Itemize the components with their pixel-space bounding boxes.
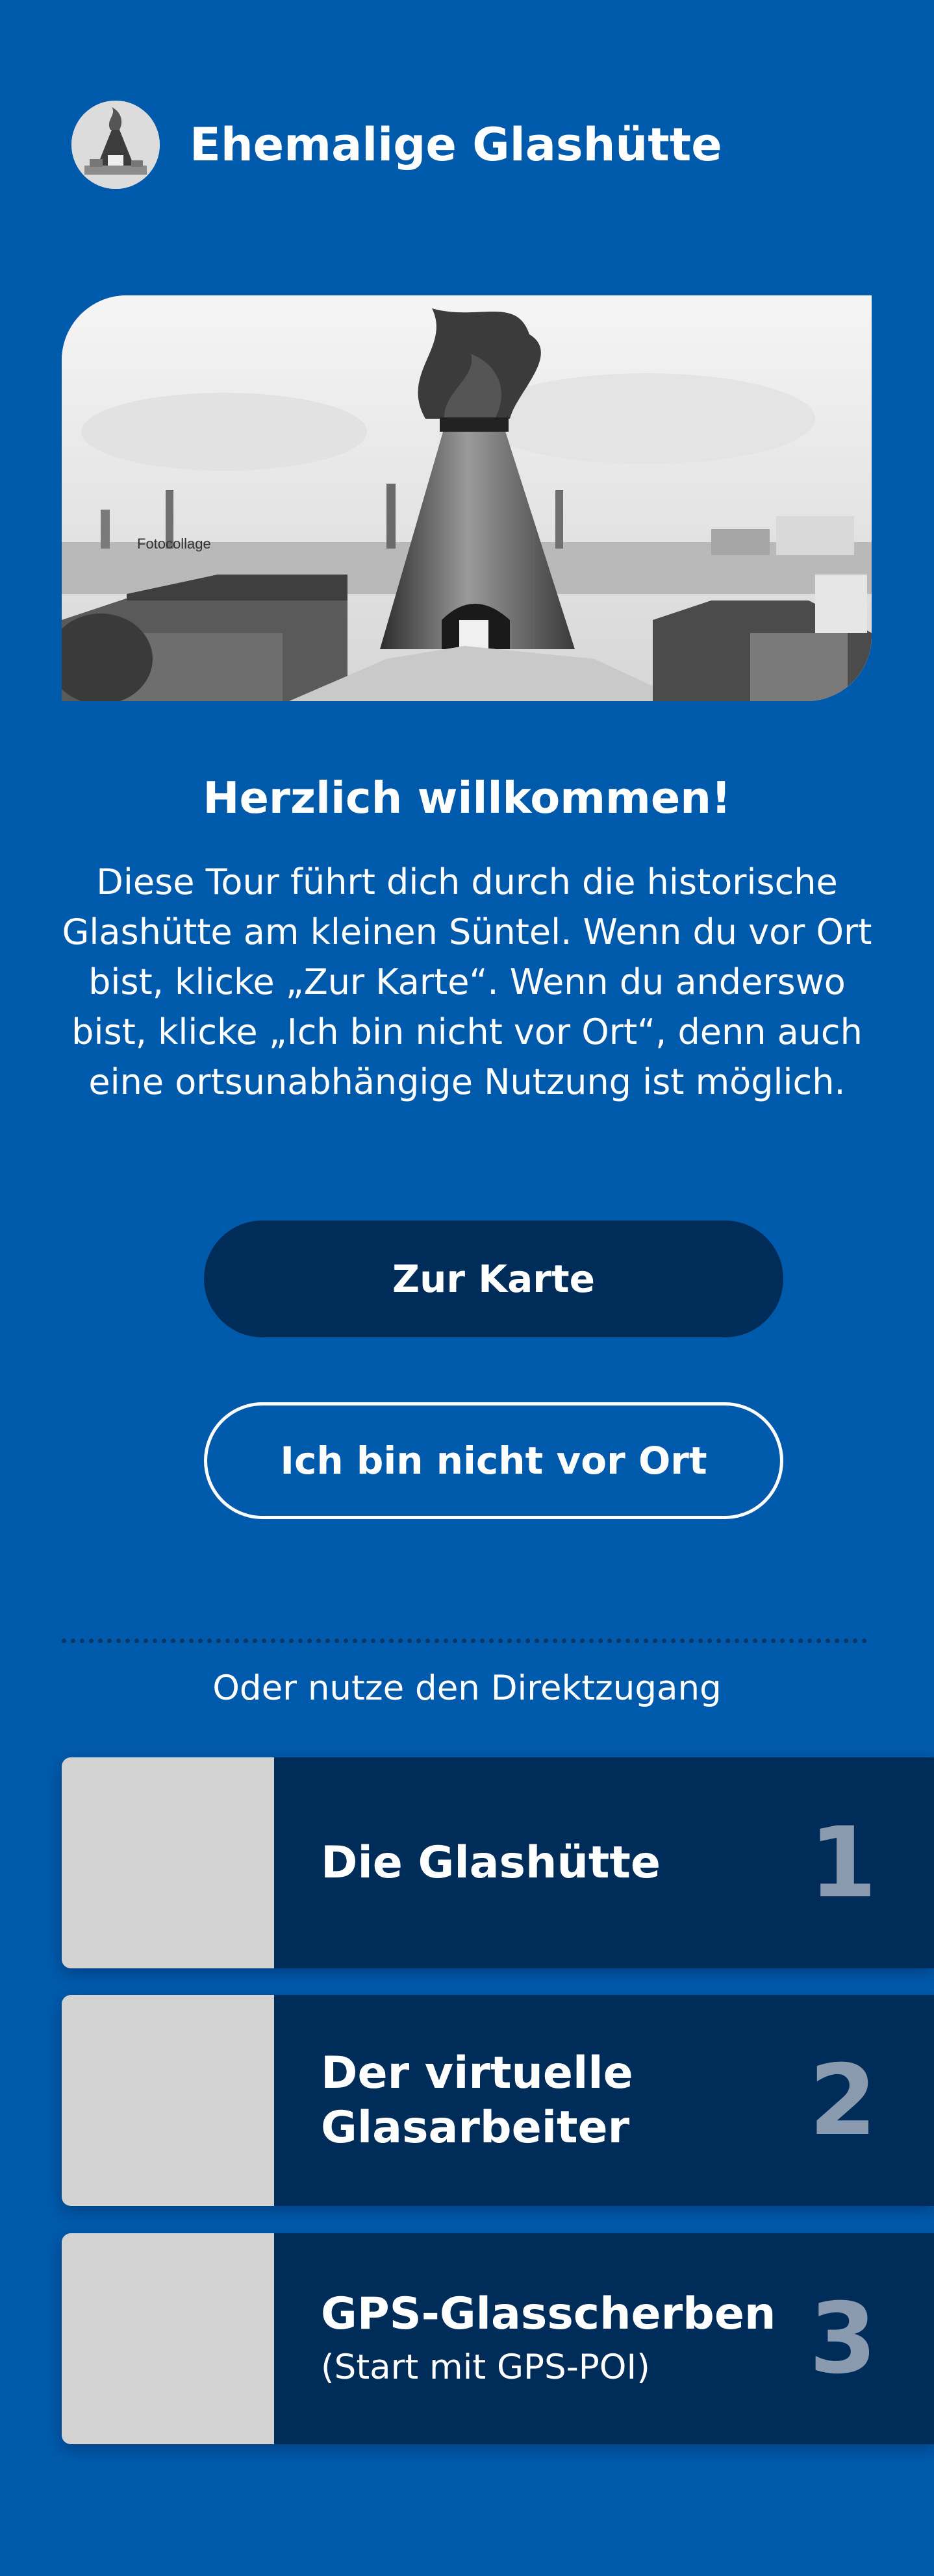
card-number: 1 [809, 1806, 877, 1920]
card-body: GPS-Glasscherben (Start mit GPS-POI) 3 [274, 2233, 934, 2444]
direct-access-card-2[interactable]: Der virtuelle Glasarbeiter 2 [62, 1995, 934, 2206]
not-on-site-button[interactable]: Ich bin nicht vor Ort [204, 1402, 783, 1519]
dotted-divider [62, 1639, 867, 1643]
card-thumbnail [62, 2233, 274, 2444]
card-thumbnail [62, 1757, 274, 1968]
hero-caption: Fotocollage [137, 536, 211, 552]
hero-image: Fotocollage [62, 295, 872, 701]
map-button[interactable]: Zur Karte [204, 1220, 783, 1337]
app-title: Ehemalige Glashütte [190, 118, 722, 171]
card-title: Der virtuelle Glasarbeiter [321, 2047, 633, 2153]
app-header: Ehemalige Glashütte [71, 101, 722, 189]
welcome-text: Diese Tour führt dich durch die historis… [62, 861, 872, 1102]
glass-furnace-icon[interactable] [71, 101, 160, 189]
card-body: Der virtuelle Glasarbeiter 2 [274, 1995, 934, 2206]
card-number: 2 [809, 2044, 877, 2157]
welcome-title: Herzlich willkommen! [203, 773, 731, 823]
direct-access-card-3[interactable]: GPS-Glasscherben (Start mit GPS-POI) 3 [62, 2233, 934, 2444]
direct-access-card-1[interactable]: Die Glashütte 1 [62, 1757, 934, 1968]
card-number: 3 [809, 2282, 877, 2396]
card-thumbnail [62, 1995, 274, 2206]
direct-access-label: Oder nutze den Direktzugang [212, 1668, 722, 1708]
card-body: Die Glashütte 1 [274, 1757, 934, 1968]
